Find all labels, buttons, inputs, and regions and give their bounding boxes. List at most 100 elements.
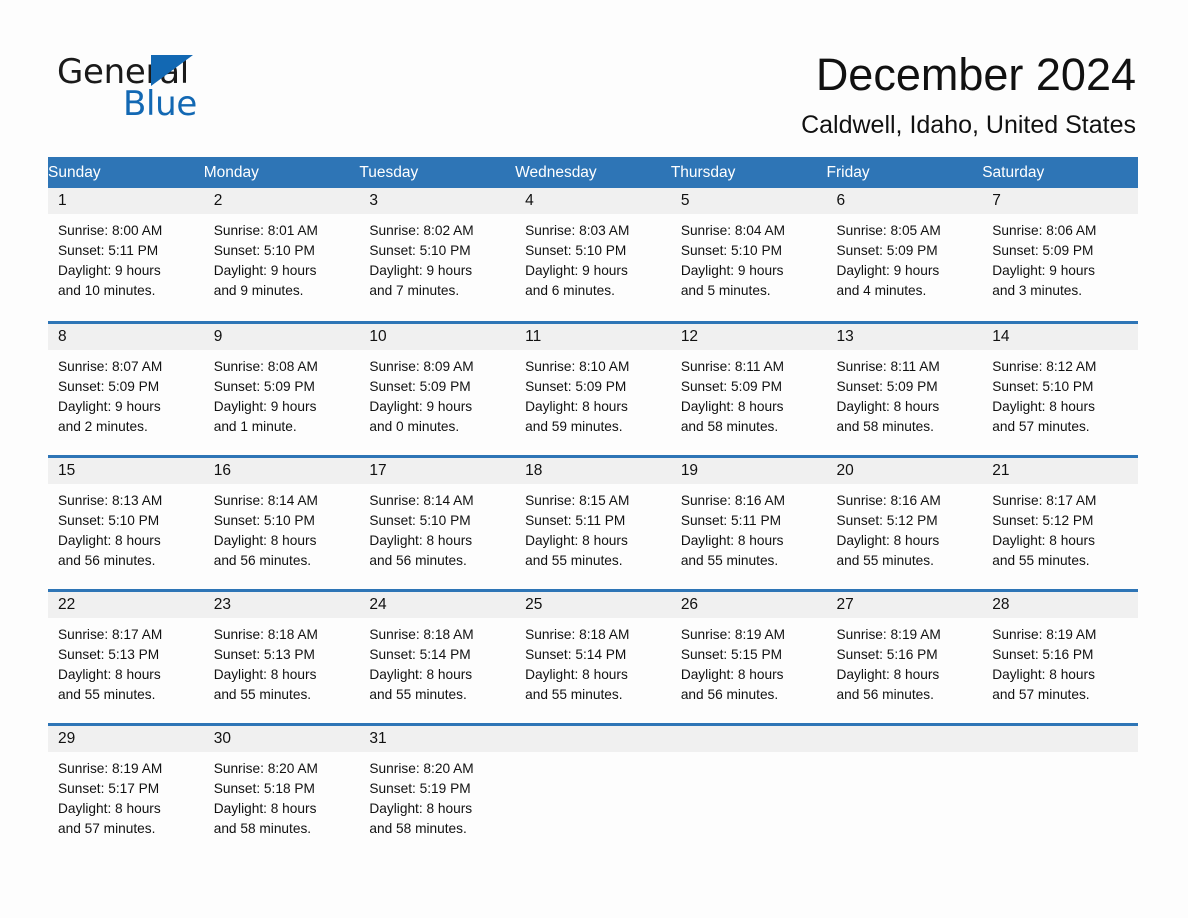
daylight-duration-line2: and 55 minutes. (992, 552, 1090, 568)
daylight-duration-line2: and 56 minutes. (836, 686, 934, 702)
daylight-duration-line2: and 56 minutes. (680, 686, 779, 702)
calendar-day-cell[interactable]: 4 Sunrise: 8:03 AM Sunset: 5:10 PM Daylight… (515, 188, 671, 322)
calendar-day-cell[interactable]: 1 Sunrise: 8:00 AM Sunset: 5:11 PM Daylight… (48, 188, 204, 322)
calendar-day-cell[interactable]: 11 Sunrise: 8:10 AM Sunset: 5:09 PM Dayligh… (515, 320, 671, 456)
calendar-day-cell[interactable]: 14 Sunrise: 8:12 AM Sunset: 5:10 PM Dayligh… (982, 320, 1138, 456)
calendar-day-cell[interactable]: 8 Sunrise: 8:07 AM Sunset: 5:09 PM Daylight… (48, 320, 204, 456)
day-number (670, 725, 827, 752)
day-number: 20 (826, 457, 983, 484)
calendar-day-cell[interactable]: 21 Sunrise: 8:17 AM Sunset: 5:12 PM Dayligh… (982, 454, 1138, 590)
calendar-day-cell[interactable]: 3 Sunrise: 8:02 AM Sunset: 5:10 PM Daylight… (359, 188, 516, 322)
calendar-day-cell[interactable]: 30 Sunrise: 8:20 AM Sunset: 5:18 PM Dayligh… (203, 722, 360, 858)
daylight-duration-line1: Daylight: 8 hours (680, 532, 784, 548)
calendar-day-cell[interactable]: 25 Sunrise: 8:18 AM Sunset: 5:14 PM Dayligh… (515, 588, 671, 724)
calendar-table: Sunday Monday Tuesday Wednesday Thursday… (48, 157, 1138, 858)
calendar-day-cell[interactable]: 22 Sunrise: 8:17 AM Sunset: 5:13 PM Dayligh… (48, 588, 204, 724)
sunset-time: Sunset: 5:10 PM (992, 378, 1094, 394)
calendar-day-cell-empty (670, 722, 827, 858)
sunrise-time: Sunrise: 8:01 AM (213, 223, 318, 238)
calendar-day-cell[interactable]: 16 Sunrise: 8:14 AM Sunset: 5:10 PM Dayligh… (203, 454, 360, 590)
sunrise-time: Sunrise: 8:03 AM (525, 223, 630, 238)
day-number: 15 (48, 457, 204, 484)
sunrise-time: Sunrise: 8:13 AM (58, 492, 163, 508)
sunrise-time: Sunrise: 8:20 AM (213, 760, 318, 776)
day-cell-inner: 14 Sunrise: 8:12 AM Sunset: 5:10 PM Dayligh… (982, 323, 1138, 455)
day-details (827, 752, 983, 759)
sunset-time: Sunset: 5:09 PM (213, 378, 315, 394)
day-cell-inner: 11 Sunrise: 8:10 AM Sunset: 5:09 PM Dayligh… (515, 323, 671, 455)
day-cell-inner: 15 Sunrise: 8:13 AM Sunset: 5:10 PM Dayligh… (48, 457, 204, 589)
calendar-day-cell[interactable]: 6 Sunrise: 8:05 AM Sunset: 5:09 PM Daylight… (826, 188, 983, 322)
sunrise-time: Sunrise: 8:06 AM (992, 223, 1097, 238)
calendar-day-cell[interactable]: 17 Sunrise: 8:14 AM Sunset: 5:10 PM Dayligh… (359, 454, 516, 590)
calendar-day-cell[interactable]: 20 Sunrise: 8:16 AM Sunset: 5:12 PM Dayligh… (826, 454, 983, 590)
day-cell-inner: 26 Sunrise: 8:19 AM Sunset: 5:15 PM Dayligh… (670, 591, 827, 723)
day-cell-inner: 6 Sunrise: 8:05 AM Sunset: 5:09 PM Daylight… (826, 188, 983, 321)
daylight-duration-line1: Daylight: 8 hours (992, 398, 1095, 414)
calendar-day-cell[interactable]: 13 Sunrise: 8:11 AM Sunset: 5:09 PM Dayligh… (826, 320, 983, 456)
day-cell-inner: 24 Sunrise: 8:18 AM Sunset: 5:14 PM Dayligh… (359, 591, 516, 723)
sunrise-time: Sunrise: 8:20 AM (369, 760, 474, 776)
sunrise-time: Sunrise: 8:11 AM (836, 358, 940, 374)
day-cell-inner: 25 Sunrise: 8:18 AM Sunset: 5:14 PM Dayligh… (515, 591, 671, 723)
daylight-duration-line2: and 55 minutes. (680, 552, 779, 568)
calendar-day-cell[interactable]: 19 Sunrise: 8:16 AM Sunset: 5:11 PM Dayligh… (670, 454, 827, 590)
day-details: Sunrise: 8:04 AM Sunset: 5:10 PM Daylight:… (671, 214, 827, 301)
sunset-time: Sunset: 5:10 PM (680, 243, 783, 258)
calendar-day-cell[interactable]: 23 Sunrise: 8:18 AM Sunset: 5:13 PM Dayligh… (203, 588, 360, 724)
daylight-duration-line2: and 57 minutes. (992, 686, 1090, 702)
day-cell-inner: 31 Sunrise: 8:20 AM Sunset: 5:19 PM Dayligh… (359, 725, 516, 859)
calendar-week-row: 15 Sunrise: 8:13 AM Sunset: 5:10 PM Dayligh… (48, 454, 1138, 590)
day-details (671, 752, 827, 759)
calendar-day-cell[interactable]: 28 Sunrise: 8:19 AM Sunset: 5:16 PM Dayligh… (982, 588, 1138, 724)
sunset-time: Sunset: 5:10 PM (369, 243, 471, 258)
sunset-time: Sunset: 5:16 PM (836, 646, 938, 662)
calendar-day-cell-empty (826, 722, 983, 858)
day-cell-inner (515, 725, 671, 859)
daylight-duration-line1: Daylight: 8 hours (525, 532, 628, 548)
day-details: Sunrise: 8:17 AM Sunset: 5:13 PM Daylight:… (48, 618, 204, 705)
calendar-day-cell[interactable]: 9 Sunrise: 8:08 AM Sunset: 5:09 PM Daylight… (203, 320, 360, 456)
daylight-duration-line2: and 3 minutes. (992, 283, 1083, 298)
daylight-duration-line2: and 0 minutes. (369, 418, 460, 434)
sunset-time: Sunset: 5:11 PM (525, 512, 626, 528)
daylight-duration-line1: Daylight: 8 hours (525, 398, 628, 414)
sunrise-time: Sunrise: 8:08 AM (213, 358, 318, 374)
day-details (515, 752, 671, 759)
calendar-day-cell[interactable]: 10 Sunrise: 8:09 AM Sunset: 5:09 PM Dayligh… (359, 320, 516, 456)
daylight-duration-line1: Daylight: 9 hours (213, 398, 317, 414)
day-details: Sunrise: 8:17 AM Sunset: 5:12 PM Daylight:… (982, 484, 1138, 571)
calendar-day-cell[interactable]: 26 Sunrise: 8:19 AM Sunset: 5:15 PM Dayligh… (670, 588, 827, 724)
calendar-day-cell[interactable]: 24 Sunrise: 8:18 AM Sunset: 5:14 PM Dayligh… (359, 588, 516, 724)
calendar-day-cell[interactable]: 7 Sunrise: 8:06 AM Sunset: 5:09 PM Daylight… (982, 188, 1138, 322)
day-cell-inner: 16 Sunrise: 8:14 AM Sunset: 5:10 PM Dayligh… (203, 457, 360, 589)
day-number: 6 (826, 188, 983, 214)
day-cell-inner: 19 Sunrise: 8:16 AM Sunset: 5:11 PM Dayligh… (670, 457, 827, 589)
calendar-day-cell[interactable]: 27 Sunrise: 8:19 AM Sunset: 5:16 PM Dayligh… (826, 588, 983, 724)
calendar-day-cell[interactable]: 2 Sunrise: 8:01 AM Sunset: 5:10 PM Daylight… (203, 188, 360, 322)
day-details: Sunrise: 8:18 AM Sunset: 5:14 PM Daylight:… (359, 618, 515, 705)
sunrise-time: Sunrise: 8:17 AM (992, 492, 1097, 508)
day-cell-inner: 28 Sunrise: 8:19 AM Sunset: 5:16 PM Dayligh… (982, 591, 1138, 723)
calendar-day-cell[interactable]: 18 Sunrise: 8:15 AM Sunset: 5:11 PM Dayligh… (515, 454, 671, 590)
day-number: 9 (203, 323, 360, 350)
day-number: 26 (670, 591, 827, 618)
day-details: Sunrise: 8:11 AM Sunset: 5:09 PM Daylight:… (827, 350, 983, 437)
daylight-duration-line2: and 6 minutes. (525, 283, 615, 298)
day-details: Sunrise: 8:03 AM Sunset: 5:10 PM Daylight:… (515, 214, 671, 301)
daylight-duration-line2: and 55 minutes. (213, 686, 312, 702)
calendar-day-cell[interactable]: 31 Sunrise: 8:20 AM Sunset: 5:19 PM Dayligh… (359, 722, 516, 859)
daylight-duration-line1: Daylight: 8 hours (836, 532, 940, 548)
calendar-day-cell[interactable]: 29 Sunrise: 8:19 AM Sunset: 5:17 PM Dayligh… (48, 722, 204, 858)
calendar-day-cell[interactable]: 12 Sunrise: 8:11 AM Sunset: 5:09 PM Dayligh… (670, 320, 827, 456)
day-number: 30 (203, 725, 360, 752)
daylight-duration-line1: Daylight: 8 hours (680, 666, 784, 682)
daylight-duration-line2: and 55 minutes. (525, 552, 623, 568)
day-details: Sunrise: 8:18 AM Sunset: 5:13 PM Daylight:… (204, 618, 360, 705)
daylight-duration-line1: Daylight: 8 hours (836, 398, 940, 414)
daylight-duration-line1: Daylight: 9 hours (369, 398, 473, 414)
day-details: Sunrise: 8:14 AM Sunset: 5:10 PM Daylight:… (204, 484, 360, 571)
general-blue-logo[interactable]: General Blue (57, 52, 257, 124)
calendar-day-cell[interactable]: 15 Sunrise: 8:13 AM Sunset: 5:10 PM Dayligh… (48, 454, 204, 590)
calendar-day-cell[interactable]: 5 Sunrise: 8:04 AM Sunset: 5:10 PM Daylight… (670, 188, 827, 322)
